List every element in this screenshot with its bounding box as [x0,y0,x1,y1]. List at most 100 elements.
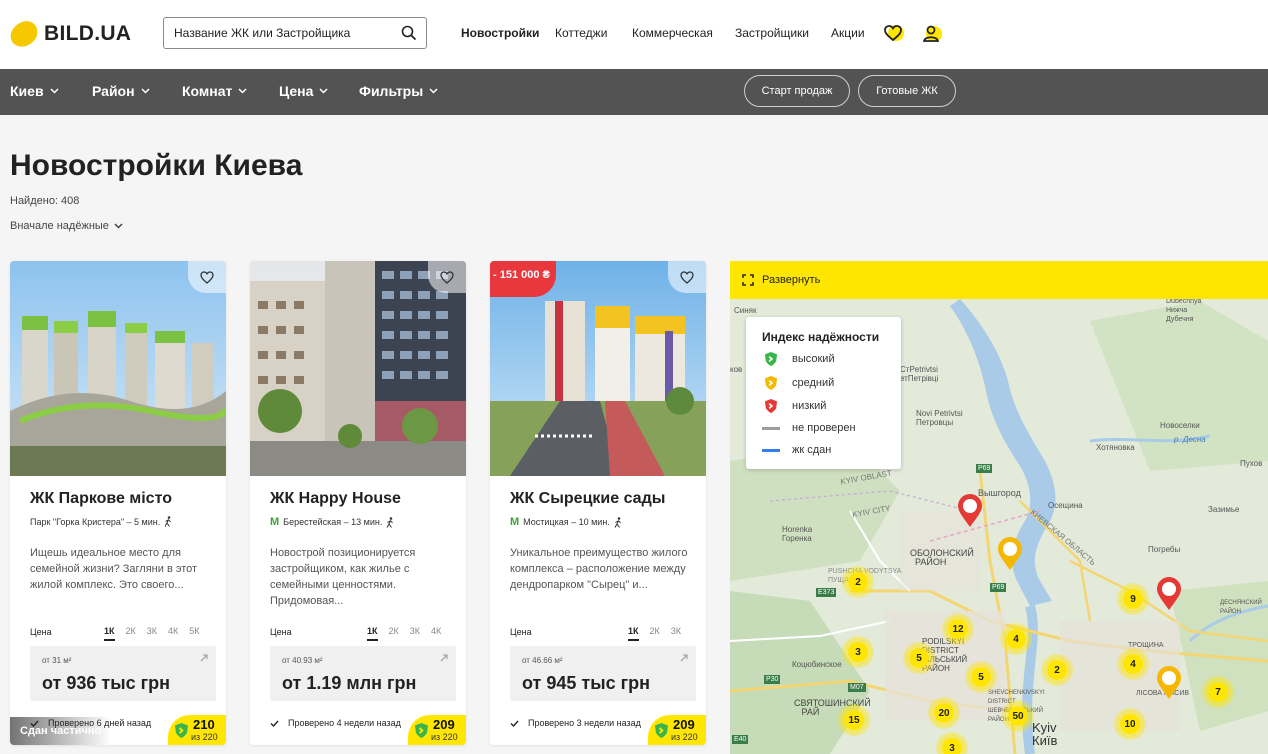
map-cluster[interactable]: 2 [845,569,871,595]
reliability-legend: Индекс надёжности высокий средний низкий… [746,317,901,469]
top-header: BILD.UA Новостройки Коттеджи Коммерческа… [0,0,1268,69]
room-tab[interactable]: 1К [367,626,378,641]
legend-item: не проверен [762,422,856,434]
shield-high-icon [764,352,778,366]
map-cluster[interactable]: 10 [1117,711,1143,737]
logo[interactable]: BILD.UA [6,17,132,51]
listing-card[interactable]: Сдан частично 210 из 220 ЖК Паркове міст… [10,261,226,745]
room-tab[interactable]: 5К [189,626,199,641]
listing-photo[interactable] [10,261,226,476]
map-cluster[interactable]: 5 [906,645,932,671]
logo-text: BILD.UA [44,22,132,45]
map-label: ков [730,365,743,374]
room-tab[interactable]: 3К [410,626,420,641]
map-label: Kyiv Київ [1032,720,1058,748]
map-pin-red-icon[interactable] [1156,577,1182,611]
map-pin-red-icon[interactable] [957,494,983,528]
listing-description: Новострой позиционируется застройщиком, … [270,547,416,607]
filter-city[interactable]: Киев [10,83,59,99]
room-tab[interactable]: 3К [671,626,681,641]
room-tab[interactable]: 2К [126,626,136,641]
nav-developers[interactable]: Застройщики [735,26,809,40]
price-label: Цена [270,627,292,637]
ready-complexes-button[interactable]: Готовые ЖК [858,75,956,107]
price-box[interactable]: от 40.93 м² от 1.19 млн грн [270,646,456,701]
favorite-button[interactable] [668,261,706,293]
price-box[interactable]: от 31 м² от 936 тыс грн [30,646,216,701]
shield-medium-icon [764,376,778,390]
room-tab[interactable]: 4К [431,626,441,641]
map-label: Horenka Горенка [782,525,813,543]
map-cluster[interactable]: 7 [1205,679,1231,705]
listing-photo[interactable] [250,261,466,476]
nav-promotions[interactable]: Акции [831,26,865,40]
filter-district[interactable]: Район [92,83,150,99]
map-cluster[interactable]: 15 [841,707,867,733]
price-box[interactable]: от 46.66 м² от 945 тыс грн [510,646,696,701]
map-pin-yellow-icon[interactable] [997,537,1023,571]
favorite-button[interactable] [428,261,466,293]
map-cluster[interactable]: 5 [968,664,994,690]
map-cluster[interactable]: 12 [945,616,971,642]
search-icon[interactable] [401,25,417,41]
room-tab[interactable]: 3К [147,626,157,641]
map-label: ДЕСНЯНСКИЙ РАЙОН [1220,600,1262,615]
sort-dropdown[interactable]: Вначале надёжные [10,220,123,232]
shield-low-icon [764,399,778,413]
road-sign: P69 [990,583,1007,592]
listing-description: Уникальное преимущество жилого комплекса… [510,547,688,591]
listing-title[interactable]: ЖК Happy House [270,490,401,508]
map-cluster[interactable]: 50 [1005,703,1031,729]
filter-rooms[interactable]: Комнат [182,83,247,99]
walking-icon [164,516,172,527]
nav-novostroyki[interactable]: Новостройки [461,26,539,40]
filter-price[interactable]: Цена [279,83,328,99]
room-tab[interactable]: 2К [389,626,399,641]
nav-cottages[interactable]: Коттеджи [555,26,607,40]
arrow-up-right-icon [440,654,448,662]
heart-icon [440,270,454,284]
metro-icon: M [510,516,520,528]
chevron-down-icon [50,88,59,94]
room-tab[interactable]: 1К [628,626,639,641]
area-from: от 46.66 м² [522,656,563,665]
arrow-up-right-icon [200,654,208,662]
check-icon [270,720,279,727]
listing-card[interactable]: - 151 000 ₴ 209 из 220 ЖК Сырецкие сады … [490,261,706,745]
listing-title[interactable]: ЖК Паркове місто [30,490,172,508]
nav-commercial[interactable]: Коммерческая [632,26,713,40]
map-cluster[interactable]: 4 [1120,651,1146,677]
user-profile-icon[interactable] [921,24,943,44]
listing-title[interactable]: ЖК Сырецкие сады [510,490,665,508]
legend-item: жк сдан [762,444,831,456]
price-value: от 1.19 млн грн [282,673,417,693]
map-cluster[interactable]: 3 [939,735,965,754]
sales-start-button[interactable]: Старт продаж [744,75,850,107]
map-cluster[interactable]: 9 [1120,586,1146,612]
search-box [163,17,427,49]
map-cluster[interactable]: 4 [1003,626,1029,652]
map-cluster[interactable]: 20 [931,700,957,726]
map-label: Пухов [1240,459,1263,468]
check-icon [30,720,39,727]
listing-location: Парк "Горка Кристера" – 5 мин. [30,516,172,527]
room-tab[interactable]: 4К [168,626,178,641]
room-tab[interactable]: 1К [104,626,115,641]
search-input[interactable] [174,18,394,48]
favorite-button[interactable] [188,261,226,293]
expand-map-button[interactable]: Развернуть [730,261,1268,299]
area-from: от 31 м² [42,656,72,665]
listing-card[interactable]: 209 из 220 ЖК Happy House M Берестейская … [250,261,466,745]
map-label: Novi Petrivtsi Петровцы [916,409,963,427]
listing-description: Ищешь идеальное место для семейной жизни… [30,547,198,591]
map-pin-yellow-icon[interactable] [1156,666,1182,700]
map-cluster[interactable]: 3 [845,639,871,665]
road-sign: E40 [732,735,749,744]
map-panel[interactable]: Синяк ков Dubechnya Нижча Дубечня СтPetriv… [730,261,1268,754]
favorites-heart-icon[interactable] [883,24,905,44]
page-title: Новостройки Киева [10,149,303,182]
room-tab[interactable]: 2К [650,626,660,641]
reliability-score-badge: 209 из 220 [648,715,706,745]
map-cluster[interactable]: 2 [1044,657,1070,683]
filter-more[interactable]: Фильтры [359,83,438,99]
